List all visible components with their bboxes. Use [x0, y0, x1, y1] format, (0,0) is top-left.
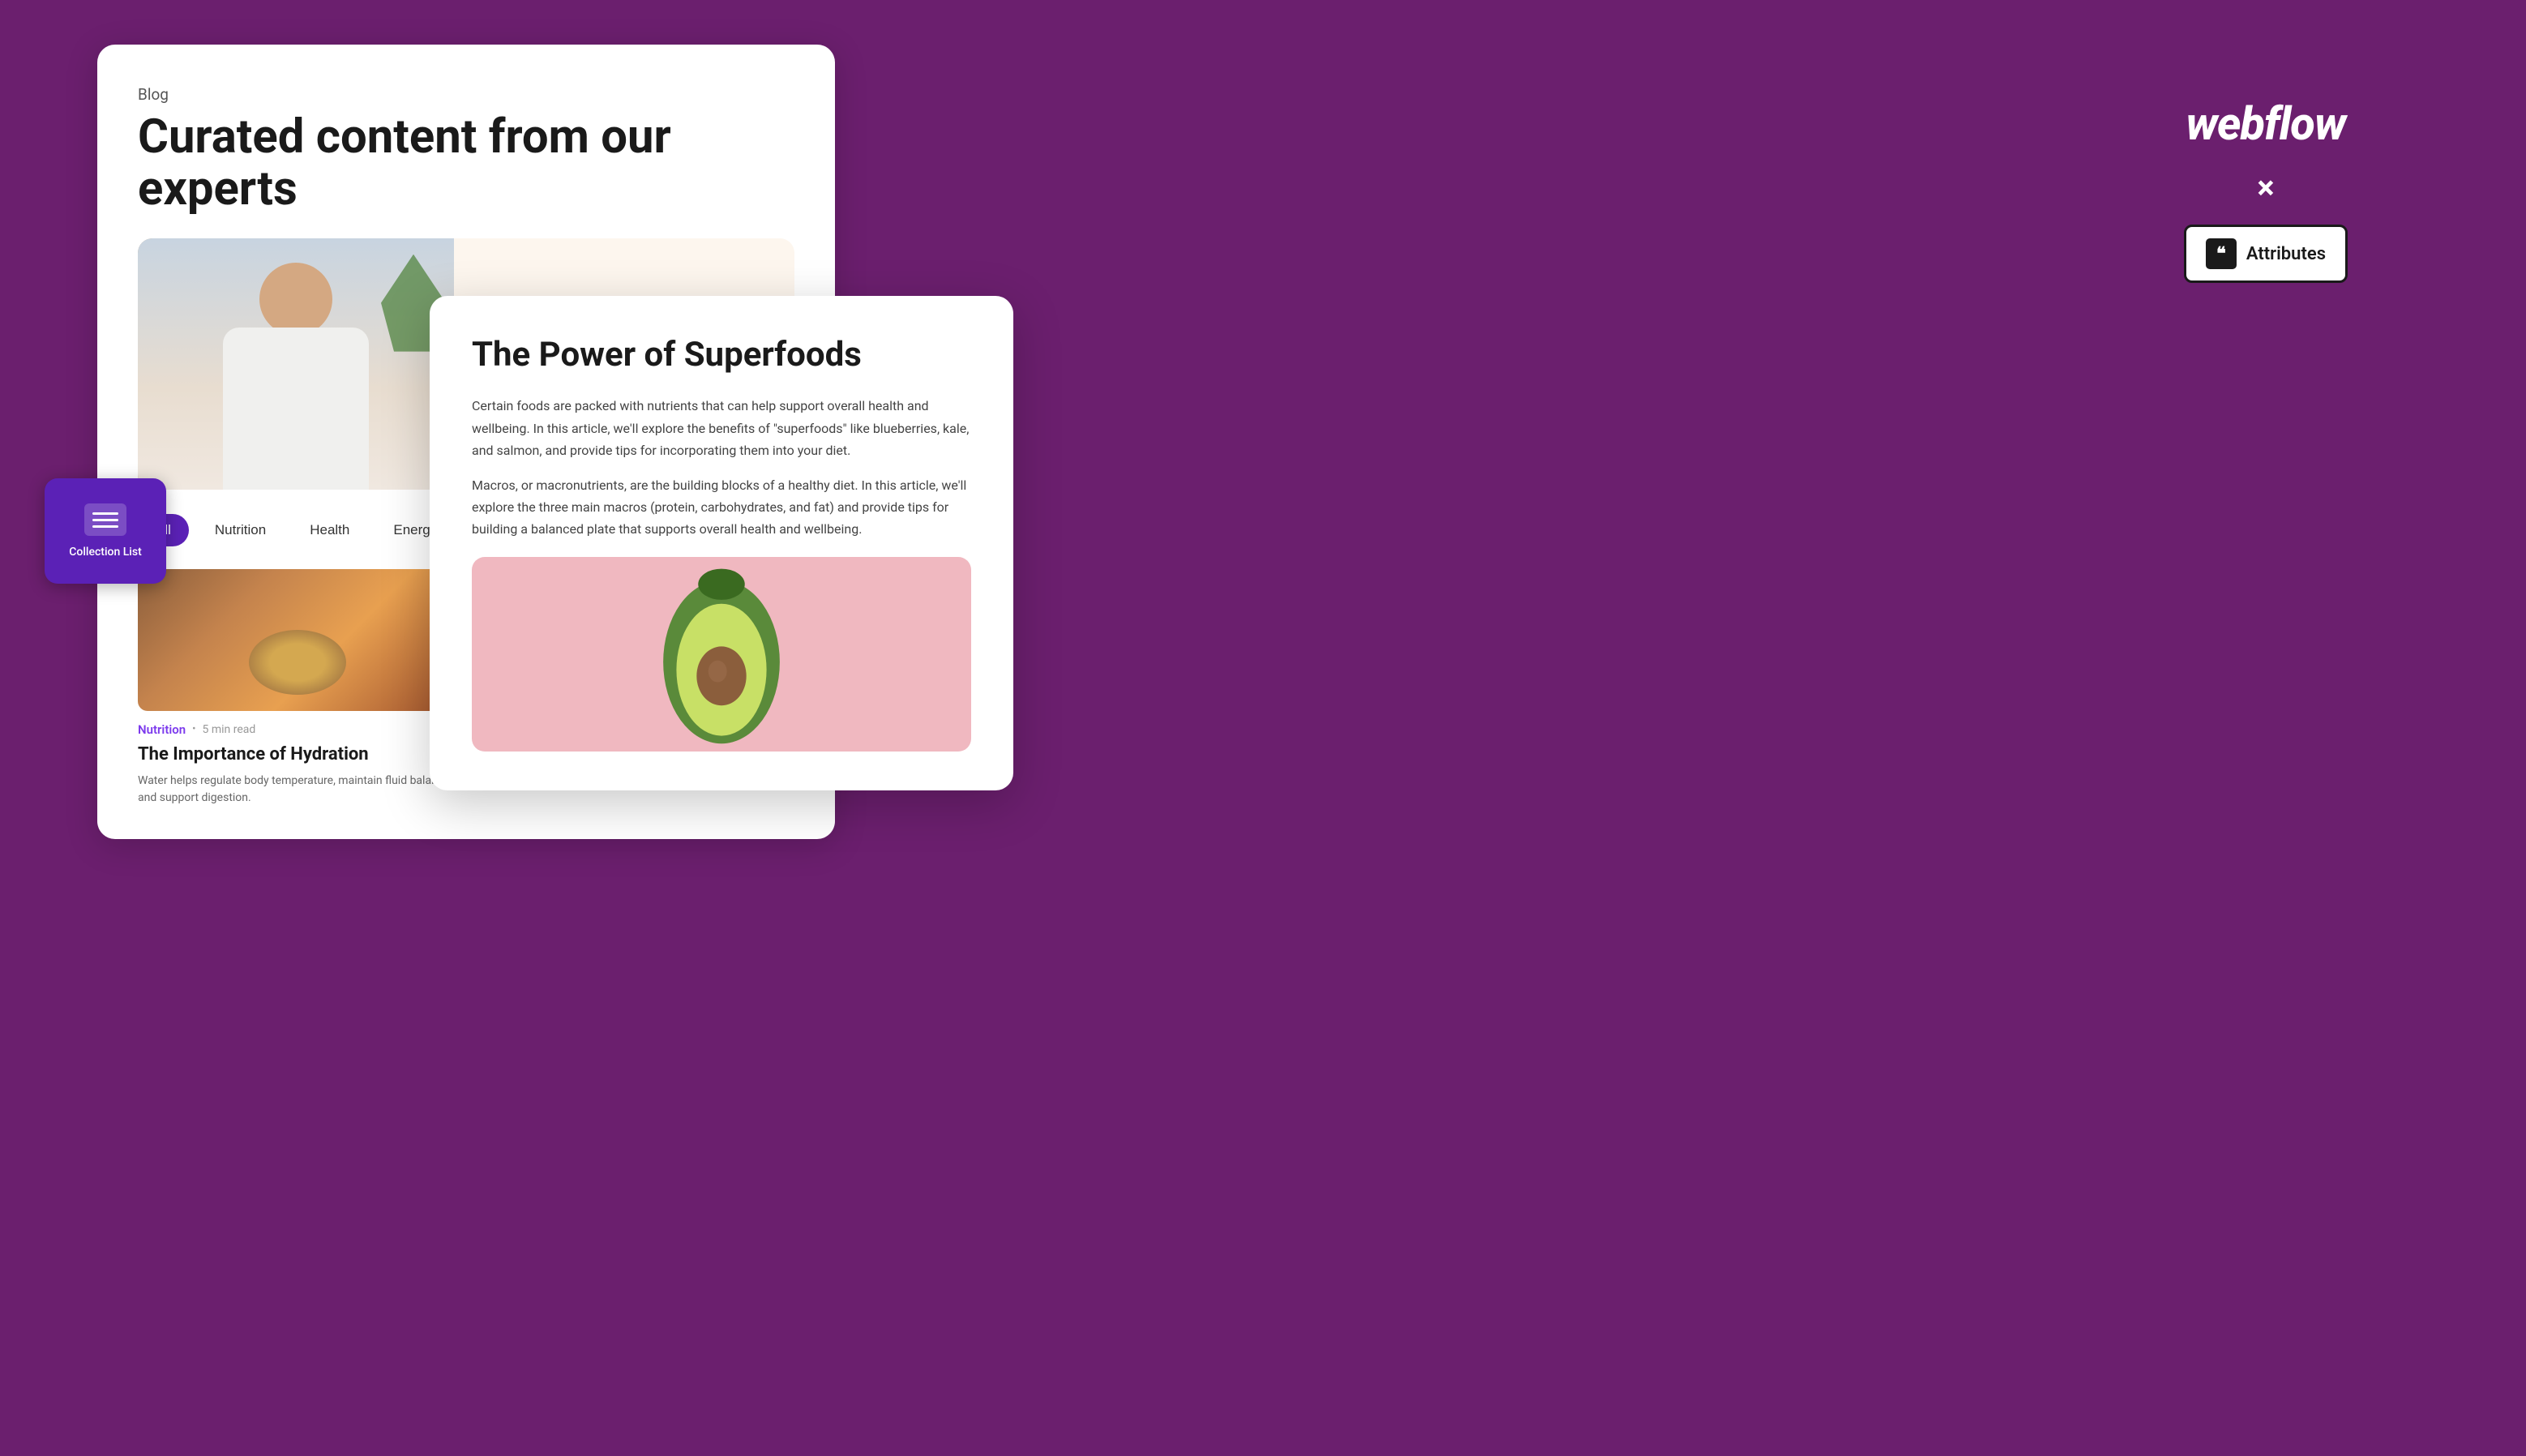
popup-body-2: Macros, or macronutrients, are the build… — [472, 474, 971, 541]
card-title-1: The Importance of Hydration — [138, 743, 457, 767]
article-card-image-1 — [138, 569, 457, 711]
filter-tab-nutrition[interactable]: Nutrition — [197, 514, 284, 546]
attributes-icon: ❝ — [2206, 238, 2237, 269]
webflow-x-symbol: × — [2257, 169, 2274, 207]
featured-article-image — [138, 238, 454, 490]
card-category-1: Nutrition — [138, 722, 186, 737]
popup-title: The Power of Superfoods — [472, 335, 971, 375]
avocado-illustration — [649, 561, 794, 747]
blog-title: Curated content from our experts — [138, 112, 794, 216]
icon-line-1 — [92, 512, 118, 515]
attributes-badge[interactable]: ❝ Attributes — [2184, 225, 2348, 283]
collection-list-widget[interactable]: Collection List — [45, 478, 166, 584]
doctor-illustration — [138, 238, 454, 490]
article-card-meta-1: Nutrition • 5 min read — [138, 722, 457, 737]
card-dot-1: • — [192, 723, 195, 735]
article-popup: The Power of Superfoods Certain foods ar… — [430, 296, 1013, 790]
attributes-label: Attributes — [2246, 244, 2326, 264]
webflow-brand: webflow × ❝ Attributes — [2184, 97, 2348, 283]
filter-tab-health[interactable]: Health — [292, 514, 367, 546]
food-bowl-image — [138, 569, 457, 711]
avocado-image-area — [472, 557, 971, 752]
card-read-time-1: 5 min read — [203, 723, 256, 736]
article-card-hydration[interactable]: Nutrition • 5 min read The Importance of… — [138, 569, 457, 807]
popup-body-1: Certain foods are packed with nutrients … — [472, 395, 971, 461]
attributes-icon-symbol: ❝ — [2216, 244, 2226, 264]
blog-label: Blog — [138, 85, 794, 104]
collection-list-label: Collection List — [69, 546, 141, 559]
card-excerpt-1: Water helps regulate body temperature, m… — [138, 773, 457, 807]
icon-line-2 — [92, 519, 118, 521]
icon-line-3 — [92, 525, 118, 528]
webflow-logo: webflow — [2186, 97, 2345, 151]
collection-list-icon — [84, 503, 126, 536]
